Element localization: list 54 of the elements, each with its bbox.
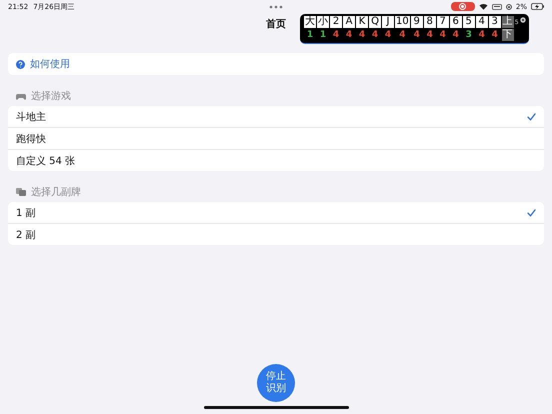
lock-rotation-icon [506, 4, 512, 10]
card-rank: 9 [410, 16, 423, 28]
card-count: 4 [438, 29, 447, 41]
row-label: 下 [502, 29, 514, 41]
card-count: 4 [490, 29, 499, 41]
card-count: 4 [332, 29, 340, 41]
window-button-icon [520, 17, 526, 23]
card-rank: 8 [424, 16, 436, 28]
card-rank: A [343, 16, 355, 28]
section-header: 选择游戏 [31, 90, 71, 103]
card-count: 4 [384, 29, 392, 41]
card-rank: Q [369, 16, 381, 28]
card-count: 4 [452, 29, 460, 41]
card-rank: 大 [304, 16, 316, 28]
help-icon [16, 60, 25, 68]
card-rank: 6 [450, 16, 462, 28]
card-rank: 7 [436, 16, 449, 28]
option-row[interactable]: 斗地主 [8, 106, 544, 127]
stop-button[interactable]: 停止识别 [257, 364, 295, 402]
card-rank: 2 [330, 16, 342, 28]
card-count: 4 [426, 29, 434, 41]
card-count: 1 [306, 29, 314, 41]
cards-icon [16, 188, 26, 196]
record-icon [459, 3, 466, 10]
section-header: 选择几副牌 [31, 186, 81, 199]
gamepad-icon [16, 92, 26, 100]
card-count: 3 [464, 29, 473, 41]
card-rank: 5 [462, 16, 475, 28]
card-rank: 4 [476, 16, 488, 28]
checkmark-icon [527, 112, 536, 120]
card-count: 4 [344, 29, 354, 41]
help-link[interactable]: 如何使用 [30, 57, 70, 71]
row-label: 上 [502, 16, 514, 28]
option-row[interactable]: 跑得快 [8, 127, 544, 149]
card-rank: K [356, 16, 368, 28]
option-row[interactable]: 1 副 [8, 202, 544, 223]
card-rank: 10 [395, 16, 410, 28]
card-count: 4 [370, 29, 380, 41]
card-count: 1 [318, 29, 328, 41]
card-rank: 3 [488, 16, 501, 28]
wifi-icon [478, 3, 488, 10]
option-row[interactable]: 自定义 54 张 [8, 149, 544, 171]
card-rank: J [382, 16, 394, 28]
battery-charging-icon [531, 3, 544, 10]
card-count: 4 [398, 29, 406, 41]
card-count: 4 [412, 29, 421, 41]
page-title: 首页 [266, 18, 286, 31]
keyboard-icon [492, 4, 502, 10]
option-row[interactable]: 2 副 [8, 223, 544, 245]
card-count: 4 [358, 29, 366, 41]
checkmark-icon [527, 208, 536, 216]
multitask-dots-icon [269, 4, 283, 8]
card-rank: 小 [317, 16, 329, 28]
card-count: 4 [478, 29, 486, 41]
